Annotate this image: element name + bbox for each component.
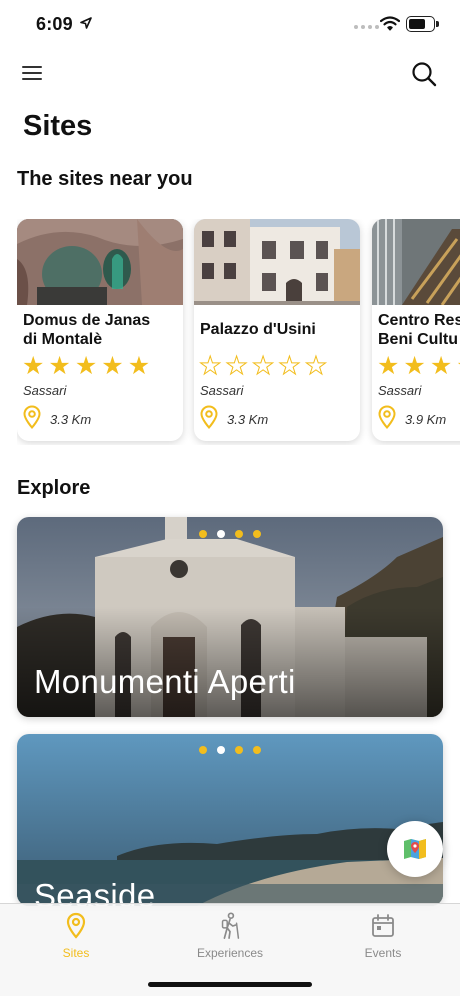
nearby-sites-carousel[interactable]: Domus de Janas di Montalè ★ ★ ★ ★ ★ Sass… — [17, 219, 460, 445]
page-indicator — [199, 530, 261, 538]
map-pin-icon — [66, 912, 86, 939]
star-icon: ★ — [127, 352, 151, 380]
tab-events[interactable]: Events — [323, 912, 443, 968]
site-card[interactable]: Domus de Janas di Montalè ★ ★ ★ ★ ★ Sass… — [17, 219, 183, 441]
empty-star-icon: ★ — [304, 352, 328, 380]
map-icon — [404, 839, 426, 859]
star-icon: ★ — [74, 352, 98, 380]
empty-star-icon: ★ — [198, 352, 222, 380]
location-pin-icon — [200, 405, 218, 429]
tab-label: Experiences — [196, 946, 264, 960]
star-rating: ★ ★ ★ ★ ★ — [22, 353, 150, 379]
site-distance: 3.3 Km — [227, 412, 269, 427]
tab-sites[interactable]: Sites — [16, 912, 136, 968]
battery-icon — [406, 16, 439, 32]
site-card[interactable]: Palazzo d'Usini ★ ★ ★ ★ ★ Sassari 3.3 Km — [194, 219, 360, 441]
signal-icon — [354, 25, 379, 29]
empty-star-icon: ★ — [278, 352, 301, 380]
calendar-icon — [372, 914, 394, 937]
location-pin-icon — [378, 405, 396, 429]
site-name: Palazzo d'Usini — [200, 321, 316, 338]
site-distance: 3.9 Km — [405, 412, 447, 427]
site-distance: 3.3 Km — [50, 412, 92, 427]
explore-card[interactable]: Seaside — [17, 734, 443, 906]
star-icon: ★ — [101, 352, 124, 380]
site-name: Centro Res Beni Cultu — [378, 312, 460, 348]
home-indicator — [148, 982, 312, 987]
empty-star-icon: ★ — [251, 352, 275, 380]
star-rating: ★ ★ ★ ★ ★ — [198, 352, 328, 380]
palace-photo — [194, 219, 360, 305]
nearby-heading: The sites near you — [17, 168, 193, 190]
explore-title: Seaside — [34, 877, 156, 906]
location-pin-icon — [23, 405, 41, 429]
site-city: Sassari — [378, 383, 422, 398]
cave-photo — [17, 219, 183, 305]
star-icon: ★ — [403, 352, 426, 380]
site-city: Sassari — [200, 383, 244, 398]
tab-experiences[interactable]: Experiences — [170, 912, 290, 968]
explore-title: Monumenti Aperti — [34, 663, 296, 700]
location-arrow-icon — [80, 17, 92, 29]
page-title: Sites — [23, 110, 93, 142]
explore-card[interactable]: Monumenti Aperti — [17, 517, 443, 717]
status-bar: 6:09 — [0, 0, 460, 50]
site-card[interactable]: Centro Res Beni Cultu ★ ★ ★ ★ ★ Sassari … — [372, 219, 460, 441]
search-button[interactable] — [410, 60, 438, 88]
star-icon: ★ — [48, 352, 71, 380]
star-icon: ★ — [429, 352, 453, 380]
explore-heading: Explore — [17, 477, 91, 499]
star-icon: ★ — [377, 352, 400, 380]
empty-star-icon: ★ — [225, 352, 248, 380]
star-icon: ★ — [456, 353, 460, 379]
tab-label: Events — [364, 946, 402, 960]
status-time: 6:09 — [36, 14, 73, 34]
hiker-icon — [221, 912, 240, 939]
site-city: Sassari — [23, 383, 67, 398]
star-icon: ★ — [22, 352, 45, 380]
map-button[interactable] — [387, 821, 443, 877]
hamburger-menu-button[interactable] — [22, 64, 42, 80]
wifi-icon — [380, 16, 400, 31]
site-name: Domus de Janas di Montalè — [23, 312, 151, 348]
tab-label: Sites — [62, 946, 90, 960]
star-rating: ★ ★ ★ ★ ★ — [377, 353, 460, 379]
building-photo — [372, 219, 460, 305]
page-indicator — [199, 746, 261, 754]
